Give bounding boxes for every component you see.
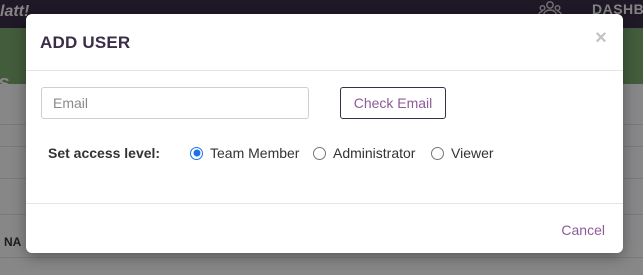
radio-button[interactable] (313, 146, 326, 160)
radio-administrator[interactable]: Administrator (313, 144, 415, 162)
dialog-header: ADD USER × (26, 14, 623, 71)
email-input[interactable] (41, 87, 309, 119)
add-user-dialog: ADD USER × Check Email Set access level:… (26, 14, 623, 253)
dialog-footer: Cancel (26, 203, 623, 253)
close-icon[interactable]: × (593, 28, 609, 48)
radio-button[interactable] (431, 146, 444, 160)
check-email-button[interactable]: Check Email (340, 87, 446, 119)
dialog-body: Check Email Set access level: Team Membe… (26, 71, 623, 203)
radio-label: Team Member (210, 145, 300, 161)
access-level-label: Set access level: (48, 145, 161, 161)
radio-viewer[interactable]: Viewer (431, 144, 494, 162)
radio-label: Viewer (451, 145, 494, 161)
radio-label: Administrator (333, 145, 416, 161)
radio-team-member[interactable]: Team Member (190, 144, 299, 162)
dialog-title: ADD USER (40, 33, 131, 52)
radio-button-selected[interactable] (190, 146, 203, 160)
cancel-button[interactable]: Cancel (561, 222, 605, 238)
